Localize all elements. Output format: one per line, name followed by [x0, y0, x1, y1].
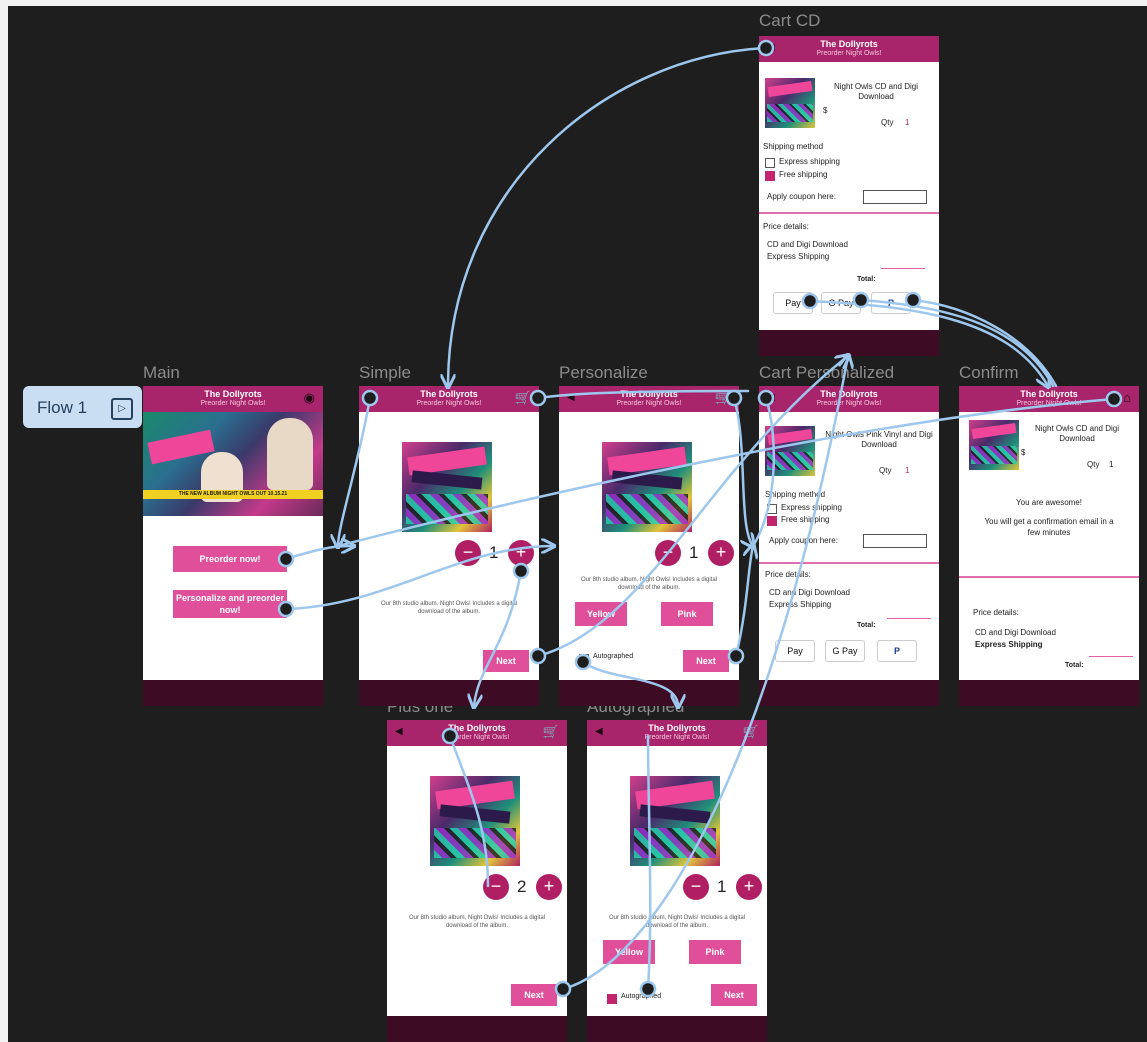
hotspot-personalize-next	[727, 647, 745, 665]
prototype-connections	[277, 39, 1123, 998]
hotspot-plus-one-back	[441, 727, 459, 745]
wire-personalize-cart-to-cart-personalized	[732, 396, 753, 546]
wire-increment-to-plus-one	[474, 569, 523, 706]
prototype-canvas: Main Simple Personalize Cart Personalize…	[8, 6, 1147, 1042]
hotspot-simple-next	[529, 647, 547, 665]
hotspot-plus-one-next	[554, 980, 572, 998]
hotspot-personalize-cart	[725, 389, 743, 407]
play-flow-icon[interactable]: ▷	[111, 398, 133, 420]
hotspot-personalize	[277, 600, 295, 618]
wire-autographed-check-to-autographed	[581, 660, 678, 706]
wire-autographed-back	[646, 734, 652, 991]
hotspot-apple-pay	[801, 292, 819, 310]
wire-cart-personalized-back	[751, 396, 776, 548]
hotspot-autographed-check	[574, 653, 592, 671]
wire-personalize-to-personalize	[284, 546, 553, 611]
wire-preorder-to-simple	[284, 546, 353, 561]
hotspot-cart-cd-back	[757, 39, 775, 57]
wire-confirm-home-to-main	[336, 397, 1116, 548]
wire-personalize-next-to-cart-personalized	[734, 546, 753, 658]
hotspot-preorder	[277, 550, 295, 568]
hotspot-simple-back	[361, 389, 379, 407]
hotspot-confirm-home	[1105, 390, 1123, 408]
hotspot-simple-cart	[529, 389, 547, 407]
hotspot-paypal	[904, 291, 922, 309]
hotspot-simple-increment	[512, 562, 530, 580]
wire-simple-cart-to-cart-cd	[536, 389, 750, 400]
wire-plus-one-back	[448, 734, 490, 888]
wire-cart-cd-paypal-to-confirm	[911, 298, 1058, 388]
hotspot-cart-personalized-back	[757, 389, 775, 407]
wire-simple-next-to-cart-cd	[536, 356, 848, 658]
flow-label: Flow 1	[37, 398, 88, 417]
wire-simple-back-to-main	[338, 396, 372, 546]
hotspot-google-pay	[852, 291, 870, 309]
flow-start-tag[interactable]: Flow 1 ▷	[23, 386, 142, 428]
wire-cart-cd-back-to-simple	[448, 46, 768, 386]
hotspot-autographed-next	[639, 980, 657, 998]
wire-cart-cd-gpay-to-confirm	[859, 298, 1055, 388]
